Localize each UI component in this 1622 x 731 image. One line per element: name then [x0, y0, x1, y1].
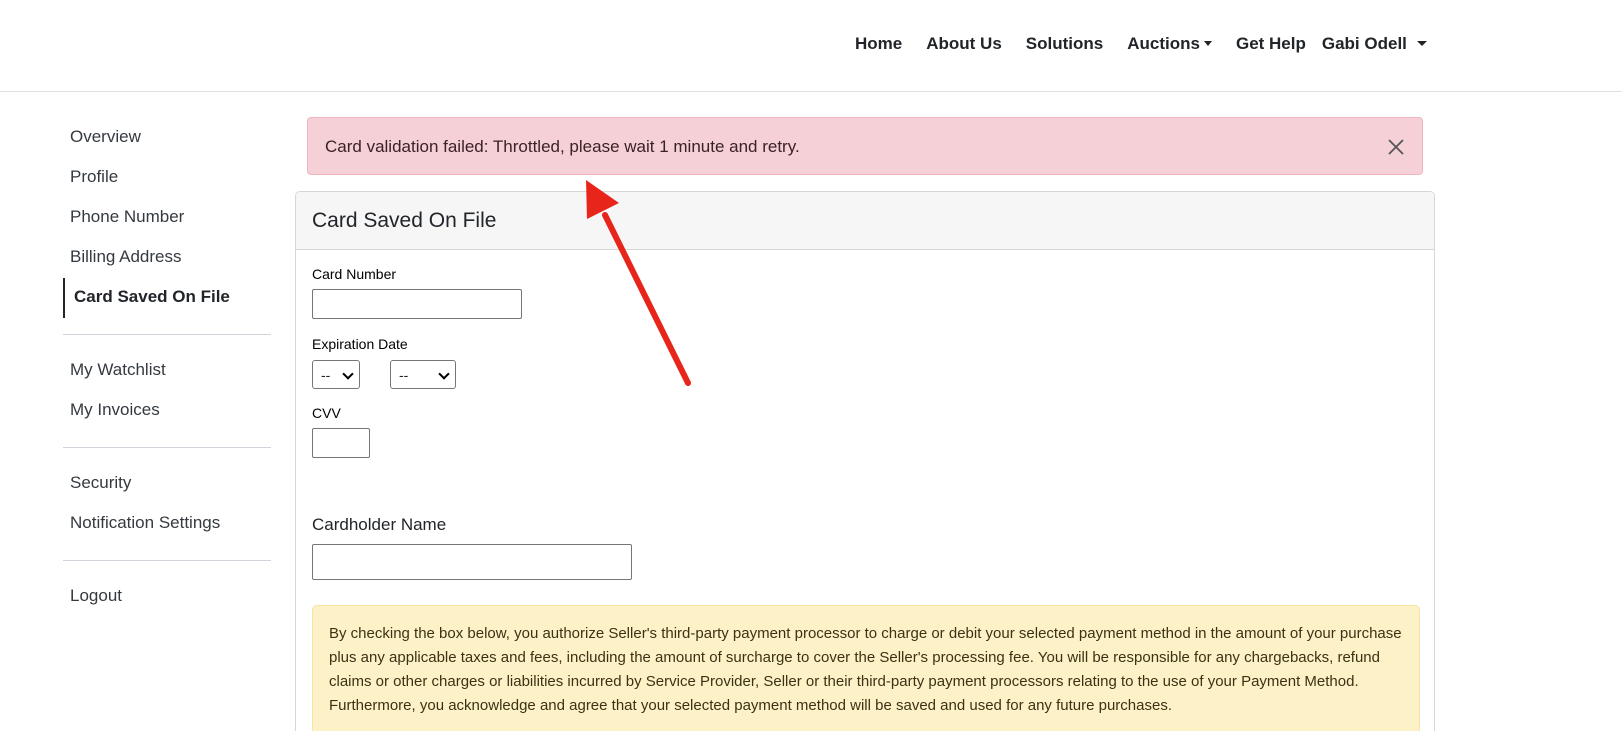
annotation-arrow-icon [586, 180, 691, 386]
